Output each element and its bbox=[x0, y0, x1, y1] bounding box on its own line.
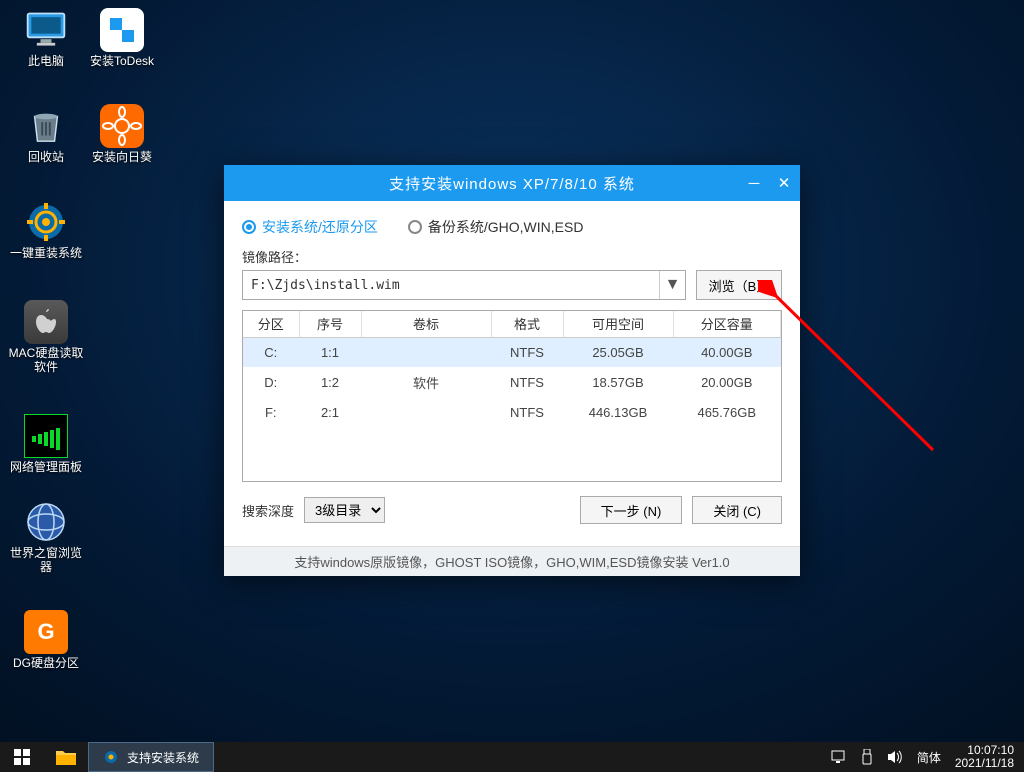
cell-fs: NTFS bbox=[491, 397, 563, 427]
trash-icon bbox=[24, 104, 68, 148]
start-button[interactable] bbox=[0, 742, 44, 772]
col-fs: 格式 bbox=[491, 311, 563, 337]
radio-install-restore[interactable]: 安装系统/还原分区 bbox=[242, 217, 378, 237]
quick-launch-explorer[interactable] bbox=[44, 742, 88, 772]
cell-volume: 软件 bbox=[361, 367, 491, 397]
desktop-icon-label: 安装ToDesk bbox=[84, 54, 160, 68]
close-window-button[interactable]: 关闭 (C) bbox=[692, 496, 782, 524]
desktop-icon-this-pc[interactable]: 此电脑 bbox=[8, 8, 84, 68]
sunflower-icon bbox=[100, 104, 144, 148]
dropdown-arrow-icon[interactable]: ▼ bbox=[659, 271, 685, 299]
cell-fs: NTFS bbox=[491, 337, 563, 367]
desktop-icon-label: 网络管理面板 bbox=[8, 460, 84, 474]
browse-button[interactable]: 浏览（B） bbox=[696, 270, 782, 300]
window-footer: 支持windows原版镜像，GHOST ISO镜像，GHO,WIM,ESD镜像安… bbox=[224, 546, 800, 576]
desktop-icon-recycle-bin[interactable]: 回收站 bbox=[8, 104, 84, 164]
taskbar: 支持安装系统 简体 10:07:10 2021/11/18 bbox=[0, 742, 1024, 772]
desktop-icon-network-panel[interactable]: 网络管理面板 bbox=[8, 410, 84, 474]
cell-free: 18.57GB bbox=[563, 367, 673, 397]
cell-free: 25.05GB bbox=[563, 337, 673, 367]
installer-window: 支持安装windows XP/7/8/10 系统 ─ ✕ 安装系统/还原分区 备… bbox=[224, 165, 800, 576]
desktop-icon-label: 安装向日葵 bbox=[84, 150, 160, 164]
volume-icon[interactable] bbox=[887, 750, 903, 764]
desktop-icon-one-click-reinstall[interactable]: 一键重装系统 bbox=[8, 200, 84, 260]
window-title: 支持安装windows XP/7/8/10 系统 bbox=[224, 173, 800, 194]
desktop-icon-mac-disk[interactable]: MAC硬盘读取软件 bbox=[8, 300, 84, 374]
table-row[interactable]: F: 2:1 NTFS 446.13GB 465.76GB bbox=[243, 397, 781, 427]
globe-icon bbox=[24, 500, 68, 544]
radio-label: 备份系统/GHO,WIN,ESD bbox=[428, 217, 584, 237]
monitor-icon bbox=[24, 8, 68, 52]
system-tray: 简体 10:07:10 2021/11/18 bbox=[821, 742, 1024, 772]
todesk-icon bbox=[100, 8, 144, 52]
desktop-icon-label: 一键重装系统 bbox=[8, 246, 84, 260]
cell-index: 1:1 bbox=[299, 337, 361, 367]
network-icon[interactable] bbox=[831, 750, 847, 764]
search-depth-select[interactable]: 3级目录 bbox=[304, 497, 385, 523]
close-button[interactable]: ✕ bbox=[774, 173, 794, 193]
desktop-icon-label: 世界之窗浏览器 bbox=[8, 546, 84, 574]
cell-index: 1:2 bbox=[299, 367, 361, 397]
cell-size: 465.76GB bbox=[673, 397, 781, 427]
col-free: 可用空间 bbox=[563, 311, 673, 337]
radio-icon bbox=[408, 220, 422, 234]
table-row[interactable]: D: 1:2 软件 NTFS 18.57GB 20.00GB bbox=[243, 367, 781, 397]
image-path-combo[interactable]: ▼ bbox=[242, 270, 686, 300]
desktop-icon-dg-partition[interactable]: G DG硬盘分区 bbox=[8, 610, 84, 670]
gear-icon bbox=[24, 200, 68, 244]
image-path-input[interactable] bbox=[243, 278, 659, 293]
cell-fs: NTFS bbox=[491, 367, 563, 397]
cell-partition: D: bbox=[243, 367, 299, 397]
col-partition: 分区 bbox=[243, 311, 299, 337]
col-index: 序号 bbox=[299, 311, 361, 337]
cell-volume bbox=[361, 397, 491, 427]
col-size: 分区容量 bbox=[673, 311, 781, 337]
radio-backup[interactable]: 备份系统/GHO,WIN,ESD bbox=[408, 217, 584, 237]
desktop-icon-install-todesk[interactable]: 安装ToDesk bbox=[84, 8, 160, 68]
col-volume: 卷标 bbox=[361, 311, 491, 337]
taskbar-app-label: 支持安装系统 bbox=[127, 749, 199, 766]
cell-size: 40.00GB bbox=[673, 337, 781, 367]
search-depth-label: 搜索深度 bbox=[242, 501, 294, 520]
dg-icon: G bbox=[24, 610, 68, 654]
gear-icon bbox=[103, 749, 119, 765]
radio-label: 安装系统/还原分区 bbox=[262, 217, 378, 237]
desktop-icon-label: MAC硬盘读取软件 bbox=[8, 346, 84, 374]
partition-table: 分区 序号 卷标 格式 可用空间 分区容量 C: 1:1 NTFS 25.05 bbox=[242, 310, 782, 482]
cell-partition: F: bbox=[243, 397, 299, 427]
titlebar[interactable]: 支持安装windows XP/7/8/10 系统 ─ ✕ bbox=[224, 165, 800, 201]
radio-icon bbox=[242, 220, 256, 234]
clock-date: 2021/11/18 bbox=[955, 757, 1014, 770]
next-button[interactable]: 下一步 (N) bbox=[580, 496, 683, 524]
desktop-icon-label: 此电脑 bbox=[8, 54, 84, 68]
desktop-icon-label: DG硬盘分区 bbox=[8, 656, 84, 670]
cell-size: 20.00GB bbox=[673, 367, 781, 397]
cell-index: 2:1 bbox=[299, 397, 361, 427]
cell-partition: C: bbox=[243, 337, 299, 367]
cell-volume bbox=[361, 337, 491, 367]
network-bars-icon bbox=[24, 414, 68, 458]
taskbar-app-installer[interactable]: 支持安装系统 bbox=[88, 742, 214, 772]
table-header-row: 分区 序号 卷标 格式 可用空间 分区容量 bbox=[243, 311, 781, 337]
cell-free: 446.13GB bbox=[563, 397, 673, 427]
window-body: 安装系统/还原分区 备份系统/GHO,WIN,ESD 镜像路径： ▼ 浏览（B）… bbox=[224, 201, 800, 546]
desktop-icon-world-browser[interactable]: 世界之窗浏览器 bbox=[8, 500, 84, 574]
desktop-icon-label: 回收站 bbox=[8, 150, 84, 164]
desktop-icon-install-sunflower[interactable]: 安装向日葵 bbox=[84, 104, 160, 164]
clock[interactable]: 10:07:10 2021/11/18 bbox=[955, 744, 1018, 770]
usb-icon[interactable] bbox=[861, 749, 873, 765]
minimize-button[interactable]: ─ bbox=[744, 173, 764, 193]
apple-disk-icon bbox=[24, 300, 68, 344]
ime-indicator[interactable]: 简体 bbox=[917, 749, 941, 766]
image-path-label: 镜像路径： bbox=[242, 247, 782, 266]
table-row[interactable]: C: 1:1 NTFS 25.05GB 40.00GB bbox=[243, 337, 781, 367]
